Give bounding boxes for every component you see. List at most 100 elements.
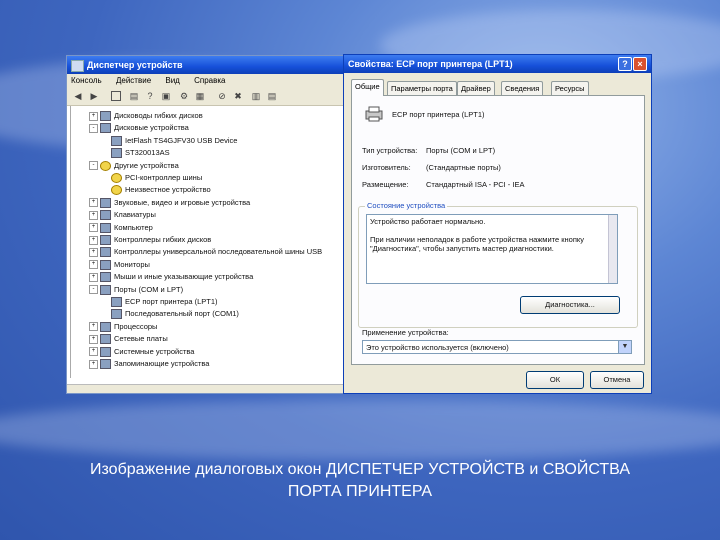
device-tree-label: Последовательный порт (COM1) — [125, 309, 239, 319]
properties-icon[interactable]: ▤ — [129, 91, 139, 101]
device-tree-item[interactable]: + Дисководы гибких дисков — [89, 110, 203, 122]
console-tree-icon[interactable] — [111, 91, 121, 101]
close-button[interactable]: × — [633, 57, 647, 71]
device-tree-label: Запоминающие устройства — [114, 359, 210, 368]
menu-console[interactable]: Консоль — [71, 76, 102, 85]
device-tree-item[interactable]: Неизвестное устройство — [111, 184, 211, 196]
device-tree-item[interactable]: + Контроллеры гибких дисков — [89, 234, 211, 246]
device-tree: + Дисководы гибких дисков - Дисковые устрой… — [70, 106, 345, 378]
tab-driver[interactable]: Драйвер — [457, 81, 495, 95]
device-tree-item[interactable]: + Системные устройства — [89, 346, 194, 358]
help-icon[interactable]: ? — [145, 91, 155, 101]
expand-icon[interactable]: + — [89, 111, 98, 121]
device-tree-label: Дисководы гибких дисков — [114, 111, 203, 120]
menu-action[interactable]: Действие — [116, 76, 151, 85]
expand-icon[interactable]: + — [89, 210, 98, 220]
properties-titlebar[interactable]: Свойства: ECP порт принтера (LPT1) ? × — [344, 55, 651, 73]
device-type-value: Порты (COM и LPT) — [426, 146, 496, 155]
device-tree-item[interactable]: Последовательный порт (COM1) — [111, 308, 239, 320]
expand-icon[interactable]: + — [89, 359, 98, 369]
device-tree-item[interactable]: - Порты (COM и LPT) — [89, 284, 183, 296]
menu-view[interactable]: Вид — [165, 76, 179, 85]
usage-select[interactable]: Это устройство используется (включено) ▼ — [362, 340, 632, 354]
device-status-textbox[interactable]: Устройство работает нормально. При налич… — [366, 214, 618, 284]
back-arrow-icon[interactable]: ◀ — [73, 91, 83, 101]
expand-icon[interactable]: + — [89, 198, 98, 208]
forward-arrow-icon[interactable]: ▶ — [89, 91, 99, 101]
collapse-icon[interactable]: - — [89, 123, 98, 133]
expand-icon[interactable]: + — [89, 334, 98, 344]
device-category-icon — [100, 222, 111, 233]
device-tree-label: PCI-контроллер шины — [125, 173, 203, 182]
device-list-icon[interactable]: ▥ — [251, 91, 261, 101]
help-button[interactable]: ? — [618, 57, 632, 71]
menu-help[interactable]: Справка — [194, 76, 225, 85]
device-tree-label: Дисковые устройства — [114, 123, 189, 133]
device-type-icon[interactable]: ▤ — [267, 91, 277, 101]
background-wave — [0, 400, 720, 460]
device-category-icon — [111, 309, 122, 320]
collapse-icon[interactable]: - — [89, 285, 98, 295]
device-tree-label: Мыши и иные указывающие устройства — [114, 272, 254, 282]
device-manager-window: Диспетчер устройств Консоль Действие Вид… — [66, 55, 346, 394]
device-tree-label: Клавиатуры — [114, 210, 156, 220]
device-category-icon — [100, 359, 111, 370]
update-driver-icon[interactable]: ▦ — [195, 91, 205, 101]
device-tree-item[interactable]: + Запоминающие устройства — [89, 358, 209, 370]
device-manager-app-icon — [71, 60, 84, 72]
expand-icon[interactable]: + — [89, 272, 98, 282]
device-tree-item[interactable]: - Дисковые устройства — [89, 122, 189, 134]
scan-hardware-icon[interactable]: ⚙ — [179, 91, 189, 101]
ok-button[interactable]: ОК — [526, 371, 584, 389]
device-tree-item[interactable]: ECP порт принтера (LPT1) — [111, 296, 218, 308]
device-manager-titlebar[interactable]: Диспетчер устройств — [67, 56, 345, 74]
device-category-icon — [100, 284, 111, 295]
device-tree-item[interactable]: + Процессоры — [89, 321, 157, 333]
collapse-icon[interactable]: - — [89, 161, 98, 171]
tab-general[interactable]: Общие — [351, 79, 384, 96]
expand-icon[interactable]: + — [89, 322, 98, 332]
device-name: ECP порт принтера (LPT1) — [392, 110, 485, 119]
device-manager-menubar: Консоль Действие Вид Справка — [67, 74, 345, 87]
expand-icon[interactable]: + — [89, 247, 98, 257]
device-manager-toolbar: ◀ ▶ ▤ ? ▣ ⚙ ▦ ⊘ ✖ ▥ ▤ — [67, 87, 345, 106]
status-scrollbar[interactable] — [608, 215, 617, 283]
device-tree-item[interactable]: + Клавиатуры — [89, 209, 156, 221]
device-tree-item[interactable]: + Сетевые платы — [89, 333, 168, 345]
device-manager-statusbar — [67, 384, 345, 393]
chevron-down-icon[interactable]: ▼ — [618, 341, 631, 353]
computer-icon[interactable]: ▣ — [161, 91, 171, 101]
device-tree-item[interactable]: PCI-контроллер шины — [111, 172, 202, 184]
expand-icon[interactable]: + — [89, 223, 98, 233]
cancel-button[interactable]: Отмена — [590, 371, 644, 389]
device-tree-label: Контроллеры универсальной последовательн… — [114, 247, 323, 257]
expand-icon[interactable]: + — [89, 235, 98, 245]
device-tree-item[interactable]: ST320013AS — [111, 147, 170, 159]
device-tree-item[interactable]: + Мыши и иные указывающие устройства — [89, 271, 253, 283]
device-tree-item[interactable]: + Компьютер — [89, 222, 153, 234]
diagnostics-button[interactable]: Диагностика... — [520, 296, 620, 314]
device-category-icon — [100, 334, 111, 345]
device-tree-label: Контроллеры гибких дисков — [114, 235, 212, 244]
device-tree-item[interactable]: + Контроллеры универсальной последователь… — [89, 246, 322, 258]
device-tree-item[interactable]: - Другие устройства — [89, 160, 179, 172]
manufacturer-value: (Стандартные порты) — [426, 163, 501, 172]
tab-details[interactable]: Сведения — [501, 81, 544, 95]
tab-resources[interactable]: Ресурсы — [551, 81, 589, 95]
device-tree-item[interactable]: + Мониторы — [89, 259, 150, 271]
usage-select-value: Это устройство используется (включено) — [366, 343, 509, 352]
location-label: Размещение: — [362, 180, 409, 189]
uninstall-icon[interactable]: ✖ — [233, 91, 243, 101]
expand-icon[interactable]: + — [89, 347, 98, 357]
disable-icon[interactable]: ⊘ — [217, 91, 227, 101]
expand-icon[interactable]: + — [89, 260, 98, 270]
device-tree-item[interactable]: IetFlash TS4GJFV30 USB Device — [111, 135, 237, 147]
warning-device-icon — [111, 185, 122, 196]
caption-line-2: ПОРТА ПРИНТЕРА — [287, 483, 433, 500]
device-category-icon — [100, 346, 111, 357]
tab-port-settings[interactable]: Параметры порта — [387, 81, 457, 95]
printer-port-icon — [365, 106, 383, 122]
device-category-icon — [100, 259, 111, 270]
device-category-icon — [100, 247, 111, 258]
device-tree-item[interactable]: + Звуковые, видео и игровые устройства — [89, 197, 250, 209]
